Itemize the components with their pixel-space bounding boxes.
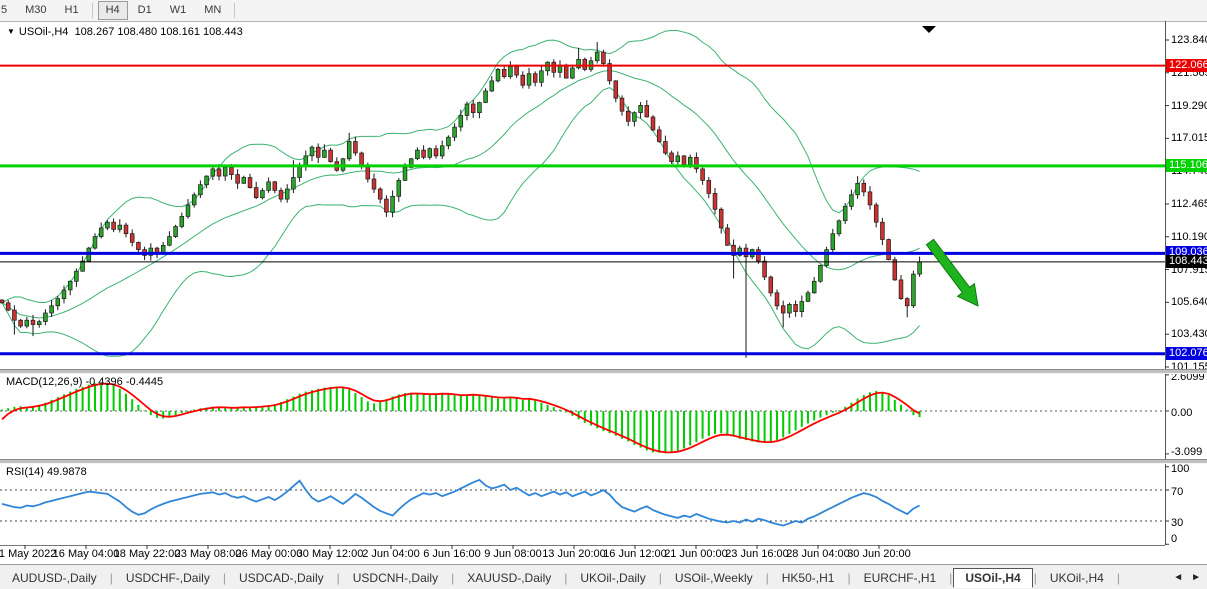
chart-tab-hk50-h1[interactable]: HK50-,H1 [770, 568, 847, 588]
macd-indicator-label: MACD(12,26,9) -0.4396 -0.4445 [6, 376, 163, 388]
tab-separator: | [451, 571, 454, 585]
mt4-terminal-window: 5M30H1H4D1W1MN ▼USOil-,H4 108.267 108.48… [0, 0, 1207, 589]
price-chart-canvas[interactable] [0, 0, 1207, 589]
macd-axis-tick: -3.099 [1171, 446, 1202, 458]
tab-separator: | [1117, 571, 1120, 585]
price-axis-tick: 119.290 [1171, 100, 1207, 112]
tab-scroll-right-icon[interactable]: ► [1191, 572, 1201, 583]
time-axis-label: 30 Jun 20:00 [836, 548, 922, 560]
chart-tab-ukoil-h4[interactable]: UKOil-,H4 [1038, 568, 1116, 588]
price-axis-tick: 103.430 [1171, 328, 1207, 340]
chart-title: ▼ USOil-,H4 108.267 108.480 108.161 108.4… [7, 26, 243, 38]
tab-separator: | [337, 571, 340, 585]
chart-symbol: USOil-,H4 [19, 26, 69, 38]
tab-separator: | [659, 571, 662, 585]
chart-tab-usdcnh-daily[interactable]: USDCNH-,Daily [341, 568, 450, 588]
rsi-indicator-label: RSI(14) 49.9878 [6, 466, 87, 478]
chart-area[interactable]: ▼ USOil-,H4 108.267 108.480 108.161 108.4… [0, 21, 1207, 564]
rsi-axis-tick: 30 [1171, 517, 1183, 529]
tab-separator: | [847, 571, 850, 585]
chart-tab-usdchf-daily[interactable]: USDCHF-,Daily [114, 568, 222, 588]
tab-separator: | [766, 571, 769, 585]
symbol-marker-icon: ▼ [7, 27, 15, 36]
tab-separator: | [110, 571, 113, 585]
chart-tab-usoil-h4[interactable]: USOil-,H4 [953, 568, 1032, 588]
chart-tab-audusd-daily[interactable]: AUDUSD-,Daily [0, 568, 109, 588]
rsi-axis-tick: 0 [1171, 533, 1177, 545]
macd-axis-tick: 0.00 [1171, 407, 1192, 419]
price-level-label-108.443: 108.443 [1166, 255, 1207, 268]
chart-tab-bar: AUDUSD-,Daily|USDCHF-,Daily|USDCAD-,Dail… [0, 564, 1207, 589]
tab-separator: | [223, 571, 226, 585]
pane-splitter-rsi[interactable] [0, 459, 1207, 464]
price-axis-tick: 117.015 [1171, 132, 1207, 144]
tab-separator: | [564, 571, 567, 585]
chart-tab-xauusd-daily[interactable]: XAUUSD-,Daily [455, 568, 563, 588]
pane-splitter-macd[interactable] [0, 369, 1207, 374]
price-axis-tick: 110.190 [1171, 231, 1207, 243]
tab-scroll-left-icon[interactable]: ◄ [1173, 572, 1183, 583]
tab-separator: | [1034, 571, 1037, 585]
chart-tab-usoil-weekly[interactable]: USOil-,Weekly [663, 568, 765, 588]
chart-tab-usdcad-daily[interactable]: USDCAD-,Daily [227, 568, 336, 588]
chart-ohlc-values: 108.267 108.480 108.161 108.443 [75, 26, 243, 38]
price-level-label-115.106: 115.106 [1166, 159, 1207, 172]
rsi-axis-tick: 100 [1171, 463, 1189, 475]
price-axis-tick: 105.640 [1171, 296, 1207, 308]
tab-separator: | [949, 571, 952, 585]
price-axis-tick: 123.840 [1171, 34, 1207, 46]
rsi-axis-tick: 70 [1171, 486, 1183, 498]
price-axis-tick: 112.465 [1171, 198, 1207, 210]
price-level-label-102.076: 102.076 [1166, 347, 1207, 360]
chart-tab-ukoil-daily[interactable]: UKOil-,Daily [568, 568, 657, 588]
chart-tab-eurchf-h1[interactable]: EURCHF-,H1 [852, 568, 949, 588]
price-level-label-122.066: 122.066 [1166, 59, 1207, 72]
